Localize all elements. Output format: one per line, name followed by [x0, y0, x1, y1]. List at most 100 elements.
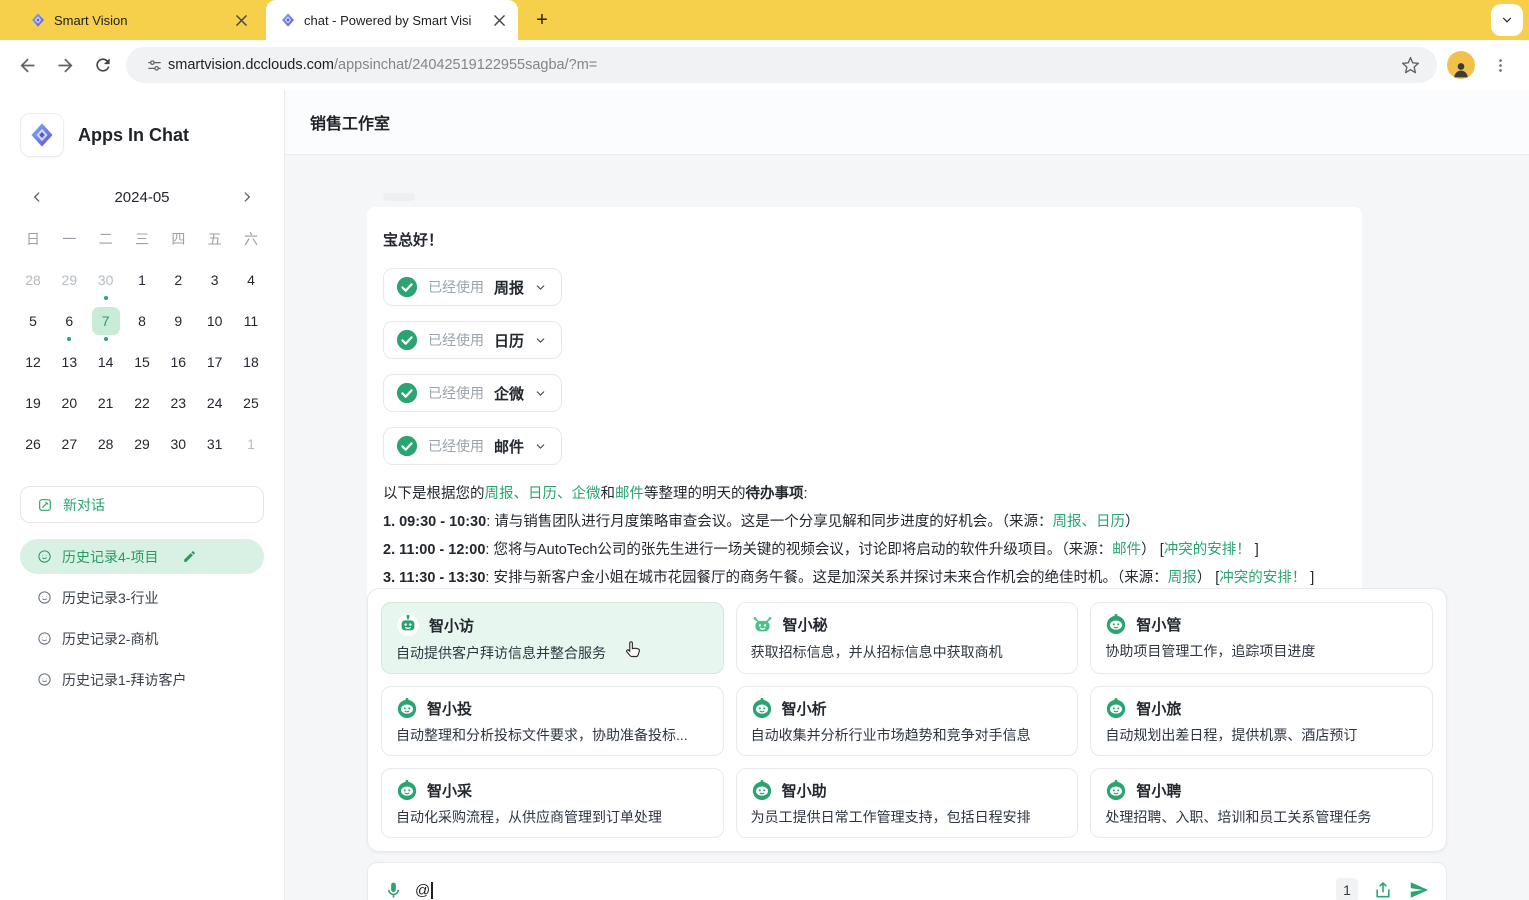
profile-avatar[interactable] — [1447, 51, 1475, 79]
agent-card-zhixiaolv[interactable]: 智小旅 自动规划出差日程，提供机票、酒店预订 — [1090, 686, 1433, 756]
conflict-link[interactable]: 冲突的安排！ — [1164, 542, 1251, 558]
calendar-day[interactable]: 3 — [197, 264, 233, 296]
send-icon[interactable] — [1408, 879, 1430, 900]
chevron-down-icon — [534, 334, 547, 347]
tool-status-wecom[interactable]: 已经使用 企微 — [383, 374, 562, 412]
calendar-day[interactable]: 4 — [233, 264, 269, 296]
agent-card-zhixiaozhu[interactable]: 智小助 为员工提供日常工作管理支持，包括日程安排 — [736, 768, 1079, 838]
calendar-prev-icon[interactable] — [25, 185, 49, 209]
source-link[interactable]: 周报 — [1168, 570, 1197, 586]
url-domain: smartvision.dcclouds.com — [168, 57, 334, 73]
link-weekly-report[interactable]: 周报 — [485, 486, 514, 502]
message-input[interactable]: @ — [415, 882, 1336, 899]
agent-card-zhixiaofang[interactable]: 智小访 自动提供客户拜访信息并整合服务 — [381, 602, 724, 674]
history-item-project[interactable]: 历史记录4-项目 — [20, 539, 264, 574]
forward-button[interactable] — [46, 46, 84, 84]
calendar-day[interactable]: 25 — [233, 387, 269, 419]
tab-search-button[interactable] — [1491, 4, 1523, 36]
tool-status-weekly-report[interactable]: 已经使用 周报 — [383, 268, 562, 306]
chat-smiley-icon — [37, 631, 52, 646]
calendar-day[interactable]: 1 — [233, 428, 269, 460]
calendar-day[interactable]: 1 — [124, 264, 160, 296]
tool-status-calendar[interactable]: 已经使用 日历 — [383, 321, 562, 359]
new-tab-button[interactable]: + — [528, 6, 556, 34]
history-item-visit[interactable]: 历史记录1-拜访客户 — [20, 662, 264, 697]
calendar-day[interactable]: 26 — [15, 428, 51, 460]
tab-close-icon[interactable] — [490, 11, 508, 29]
calendar-day[interactable]: 13 — [51, 346, 87, 378]
agent-card-zhixiaoguan[interactable]: 智小管 协助项目管理工作，追踪项目进度 — [1090, 602, 1433, 674]
calendar-day[interactable]: 28 — [88, 428, 124, 460]
calendar-day[interactable]: 22 — [124, 387, 160, 419]
calendar-day[interactable]: 19 — [15, 387, 51, 419]
browser-menu-icon[interactable] — [1481, 46, 1519, 84]
edit-pencil-icon[interactable] — [182, 549, 197, 564]
source-link[interactable]: 周报、日历 — [1053, 514, 1126, 530]
check-circle-icon — [396, 382, 418, 404]
calendar-day[interactable]: 30 — [160, 428, 196, 460]
robot-icon — [396, 613, 420, 637]
bookmark-star-icon[interactable] — [1395, 46, 1425, 84]
robot-icon — [1105, 779, 1127, 801]
agent-card-zhixiaomi[interactable]: 智小秘 获取招标信息，并从招标信息中获取商机 — [736, 602, 1079, 674]
calendar-day[interactable]: 8 — [124, 305, 160, 337]
calendar-day[interactable]: 18 — [233, 346, 269, 378]
calendar-day[interactable]: 28 — [15, 264, 51, 296]
address-bar[interactable]: smartvision.dcclouds.com/appsinchat/2404… — [126, 47, 1437, 83]
site-info-icon[interactable] — [140, 46, 168, 84]
tab-close-icon[interactable] — [232, 11, 250, 29]
conflict-link[interactable]: 冲突的安排！ — [1219, 570, 1306, 586]
calendar-day[interactable]: 29 — [51, 264, 87, 296]
calendar-day[interactable]: 16 — [160, 346, 196, 378]
tool-status-email[interactable]: 已经使用 邮件 — [383, 427, 562, 465]
app-brand: Apps In Chat — [0, 90, 284, 157]
calendar-day[interactable]: 21 — [88, 387, 124, 419]
link-wecom[interactable]: 企微 — [572, 486, 601, 502]
sidebar: Apps In Chat 2024-05 日一二三四五六282930123456… — [0, 90, 285, 900]
calendar-day[interactable]: 17 — [197, 346, 233, 378]
agent-card-zhixiaocai[interactable]: 智小采 自动化采购流程，从供应商管理到订单处理 — [381, 768, 724, 838]
tab-smart-vision[interactable]: Smart Vision — [16, 0, 260, 40]
calendar-day[interactable]: 31 — [197, 428, 233, 460]
calendar-next-icon[interactable] — [235, 185, 259, 209]
calendar-day[interactable]: 29 — [124, 428, 160, 460]
page-title: 销售工作室 — [310, 110, 390, 134]
chat-input-bar: @ 1 — [367, 862, 1447, 900]
link-calendar[interactable]: 日历 — [528, 486, 557, 502]
calendar-day[interactable]: 15 — [124, 346, 160, 378]
calendar-day[interactable]: 23 — [160, 387, 196, 419]
upload-icon[interactable] — [1373, 880, 1393, 900]
agent-desc: 自动化采购流程，从供应商管理到订单处理 — [396, 807, 709, 827]
mic-icon[interactable] — [384, 881, 403, 900]
calendar-day[interactable]: 12 — [15, 346, 51, 378]
new-chat-button[interactable]: 新对话 — [20, 486, 264, 523]
calendar-day[interactable]: 24 — [197, 387, 233, 419]
cursor-pointer — [623, 639, 644, 665]
calendar-day[interactable]: 30 — [88, 264, 124, 296]
back-button[interactable] — [8, 46, 46, 84]
robot-icon — [1105, 697, 1127, 719]
agent-card-zhixiaoxi[interactable]: 智小析 自动收集并分析行业市场趋势和竞争对手信息 — [736, 686, 1079, 756]
calendar-day[interactable]: 27 — [51, 428, 87, 460]
calendar-day[interactable]: 20 — [51, 387, 87, 419]
agent-card-zhixiaotou[interactable]: 智小投 自动整理和分析投标文件要求，协助准备投标... — [381, 686, 724, 756]
calendar-day[interactable]: 14 — [88, 346, 124, 378]
tab-chat-active[interactable]: chat - Powered by Smart Visi — [266, 0, 518, 40]
link-email[interactable]: 邮件 — [615, 486, 644, 502]
reload-button[interactable] — [84, 46, 122, 84]
calendar-day[interactable]: 2 — [160, 264, 196, 296]
calendar-weekday: 五 — [197, 223, 233, 255]
agent-card-zhixiaopin[interactable]: 智小聘 处理招聘、入职、培训和员工关系管理任务 — [1090, 768, 1433, 838]
history-item-opportunity[interactable]: 历史记录2-商机 — [20, 621, 264, 656]
calendar-day[interactable]: 11 — [233, 305, 269, 337]
calendar-day[interactable]: 10 — [197, 305, 233, 337]
chat-content: 宝总好！ 已经使用 周报 已经使用 日历 已经使用 企微 — [285, 155, 1529, 900]
text-caret — [431, 882, 433, 899]
calendar-day[interactable]: 6 — [51, 305, 87, 337]
calendar-day[interactable]: 5 — [15, 305, 51, 337]
history-item-industry[interactable]: 历史记录3-行业 — [20, 580, 264, 615]
source-link[interactable]: 邮件 — [1112, 542, 1141, 558]
calendar-day[interactable]: 7 — [88, 305, 124, 337]
calendar-day[interactable]: 9 — [160, 305, 196, 337]
tool-name: 邮件 — [494, 436, 524, 457]
